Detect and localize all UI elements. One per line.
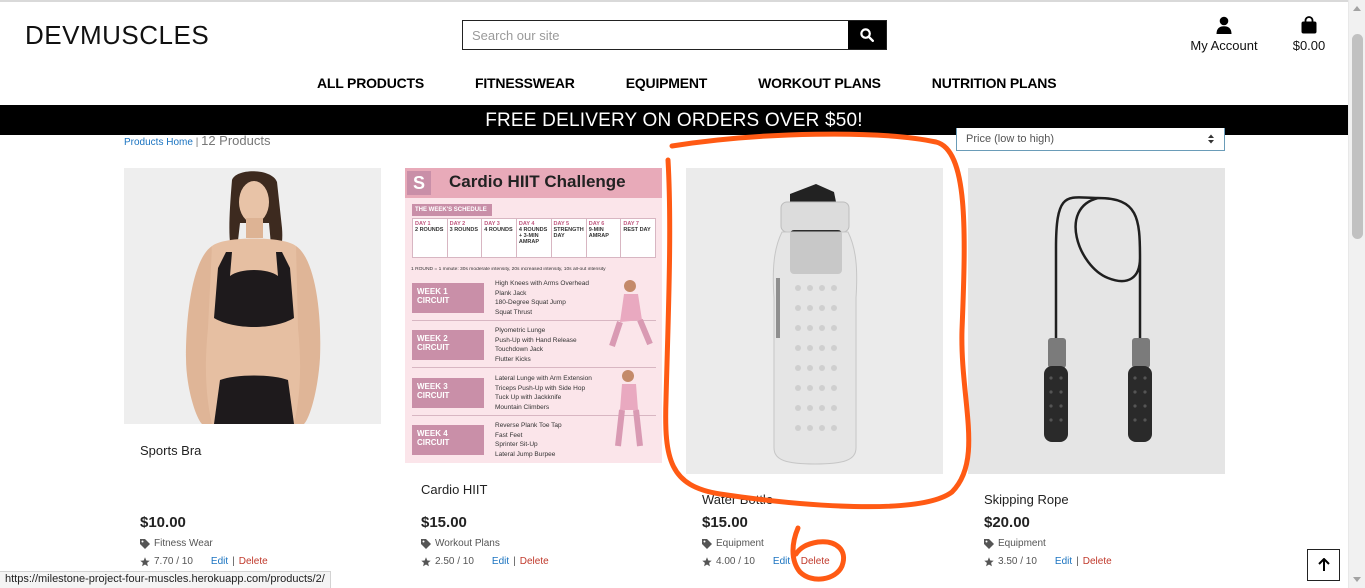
star-icon	[421, 556, 431, 566]
product-meta: 4.00 / 10 Edit | Delete	[702, 556, 830, 567]
product-image-sports-bra[interactable]	[124, 168, 381, 424]
product-card: Skipping Rope $20.00 Equipment 3.50 / 10…	[968, 168, 1225, 578]
product-count: 12 Products	[201, 133, 271, 148]
page: DEVMUSCLES My Account $0.00 ALL	[0, 0, 1365, 588]
tag-icon	[140, 538, 150, 549]
tag-icon	[984, 538, 994, 549]
scrollbar-thumb[interactable]	[1352, 34, 1363, 239]
site-logo[interactable]: DEVMUSCLES	[25, 20, 209, 51]
bag-total: $0.00	[1292, 38, 1326, 53]
arrow-up-icon	[1317, 558, 1330, 571]
product-card: Cardio HIIT $15.00 Workout Plans 2.50 / …	[405, 168, 662, 578]
select-caret-icon	[1208, 134, 1214, 144]
scroll-down-arrow-icon[interactable]	[1353, 577, 1361, 582]
product-category[interactable]: Workout Plans	[421, 538, 500, 549]
shopping-bag-link[interactable]: $0.00	[1288, 16, 1330, 53]
product-image-water-bottle[interactable]	[686, 168, 943, 474]
tag-icon	[421, 538, 431, 549]
nav-workout-plans[interactable]: WORKOUT PLANS	[758, 75, 881, 91]
product-meta: 7.70 / 10 Edit | Delete	[140, 556, 268, 567]
top-border	[0, 0, 1348, 2]
product-price: $10.00	[140, 514, 186, 531]
product-name[interactable]: Sports Bra	[140, 443, 201, 458]
scroll-up-arrow-icon[interactable]	[1353, 6, 1361, 11]
nav-equipment[interactable]: EQUIPMENT	[626, 75, 708, 91]
product-name[interactable]: Skipping Rope	[984, 492, 1069, 507]
product-card: Water Bottle $15.00 Equipment 4.00 / 10 …	[686, 168, 943, 578]
star-icon	[702, 556, 712, 566]
nav-nutrition-plans[interactable]: NUTRITION PLANS	[932, 75, 1057, 91]
edit-link[interactable]: Edit	[773, 556, 790, 567]
back-to-top-button[interactable]	[1307, 549, 1340, 581]
product-image-skipping-rope[interactable]	[968, 168, 1225, 474]
status-bar-url: https://milestone-project-four-muscles.h…	[0, 571, 331, 588]
main-nav: ALL PRODUCTS FITNESSWEAR EQUIPMENT WORKO…	[317, 75, 1107, 91]
product-meta: 2.50 / 10 Edit | Delete	[421, 556, 549, 567]
nav-fitnesswear[interactable]: FITNESSWEAR	[475, 75, 575, 91]
search-button[interactable]	[848, 21, 886, 49]
product-rating: 7.70 / 10	[154, 556, 193, 567]
delete-link[interactable]: Delete	[239, 556, 268, 567]
product-price: $20.00	[984, 514, 1030, 531]
product-category[interactable]: Equipment	[702, 538, 764, 549]
product-meta: 3.50 / 10 Edit | Delete	[984, 556, 1112, 567]
tag-icon	[702, 538, 712, 549]
page-scrollbar[interactable]	[1348, 0, 1365, 588]
product-card: Sports Bra $10.00 Fitness Wear 7.70 / 10…	[124, 168, 381, 578]
sort-selected-value: Price (low to high)	[966, 133, 1055, 145]
product-price: $15.00	[702, 514, 748, 531]
my-account-label: My Account	[1190, 38, 1258, 53]
product-name[interactable]: Water Bottle	[702, 492, 773, 507]
water-bottle-image	[686, 168, 943, 474]
edit-link[interactable]: Edit	[1055, 556, 1072, 567]
edit-link[interactable]: Edit	[211, 556, 228, 567]
search-input[interactable]	[463, 21, 848, 49]
my-account-link[interactable]: My Account	[1186, 16, 1262, 53]
delete-link[interactable]: Delete	[801, 556, 830, 567]
star-icon	[140, 556, 150, 566]
skipping-rope-image	[968, 168, 1225, 474]
nav-all-products[interactable]: ALL PRODUCTS	[317, 75, 424, 91]
breadcrumb: Products Home | 12 Products	[124, 133, 270, 148]
sort-select[interactable]: Price (low to high)	[956, 128, 1225, 151]
product-category[interactable]: Equipment	[984, 538, 1046, 549]
product-rating: 4.00 / 10	[716, 556, 755, 567]
star-icon	[984, 556, 994, 566]
product-rating: 3.50 / 10	[998, 556, 1037, 567]
product-rating: 2.50 / 10	[435, 556, 474, 567]
search-bar	[462, 20, 887, 50]
product-price: $15.00	[421, 514, 467, 531]
product-category[interactable]: Fitness Wear	[140, 538, 213, 549]
edit-link[interactable]: Edit	[492, 556, 509, 567]
breadcrumb-separator: |	[195, 137, 199, 148]
delete-link[interactable]: Delete	[520, 556, 549, 567]
sports-bra-image	[124, 168, 381, 424]
products-home-link[interactable]: Products Home	[124, 137, 193, 148]
product-name[interactable]: Cardio HIIT	[421, 482, 487, 497]
delete-link[interactable]: Delete	[1083, 556, 1112, 567]
shopping-bag-icon	[1301, 16, 1317, 34]
user-icon	[1216, 16, 1232, 34]
search-icon	[860, 28, 874, 42]
